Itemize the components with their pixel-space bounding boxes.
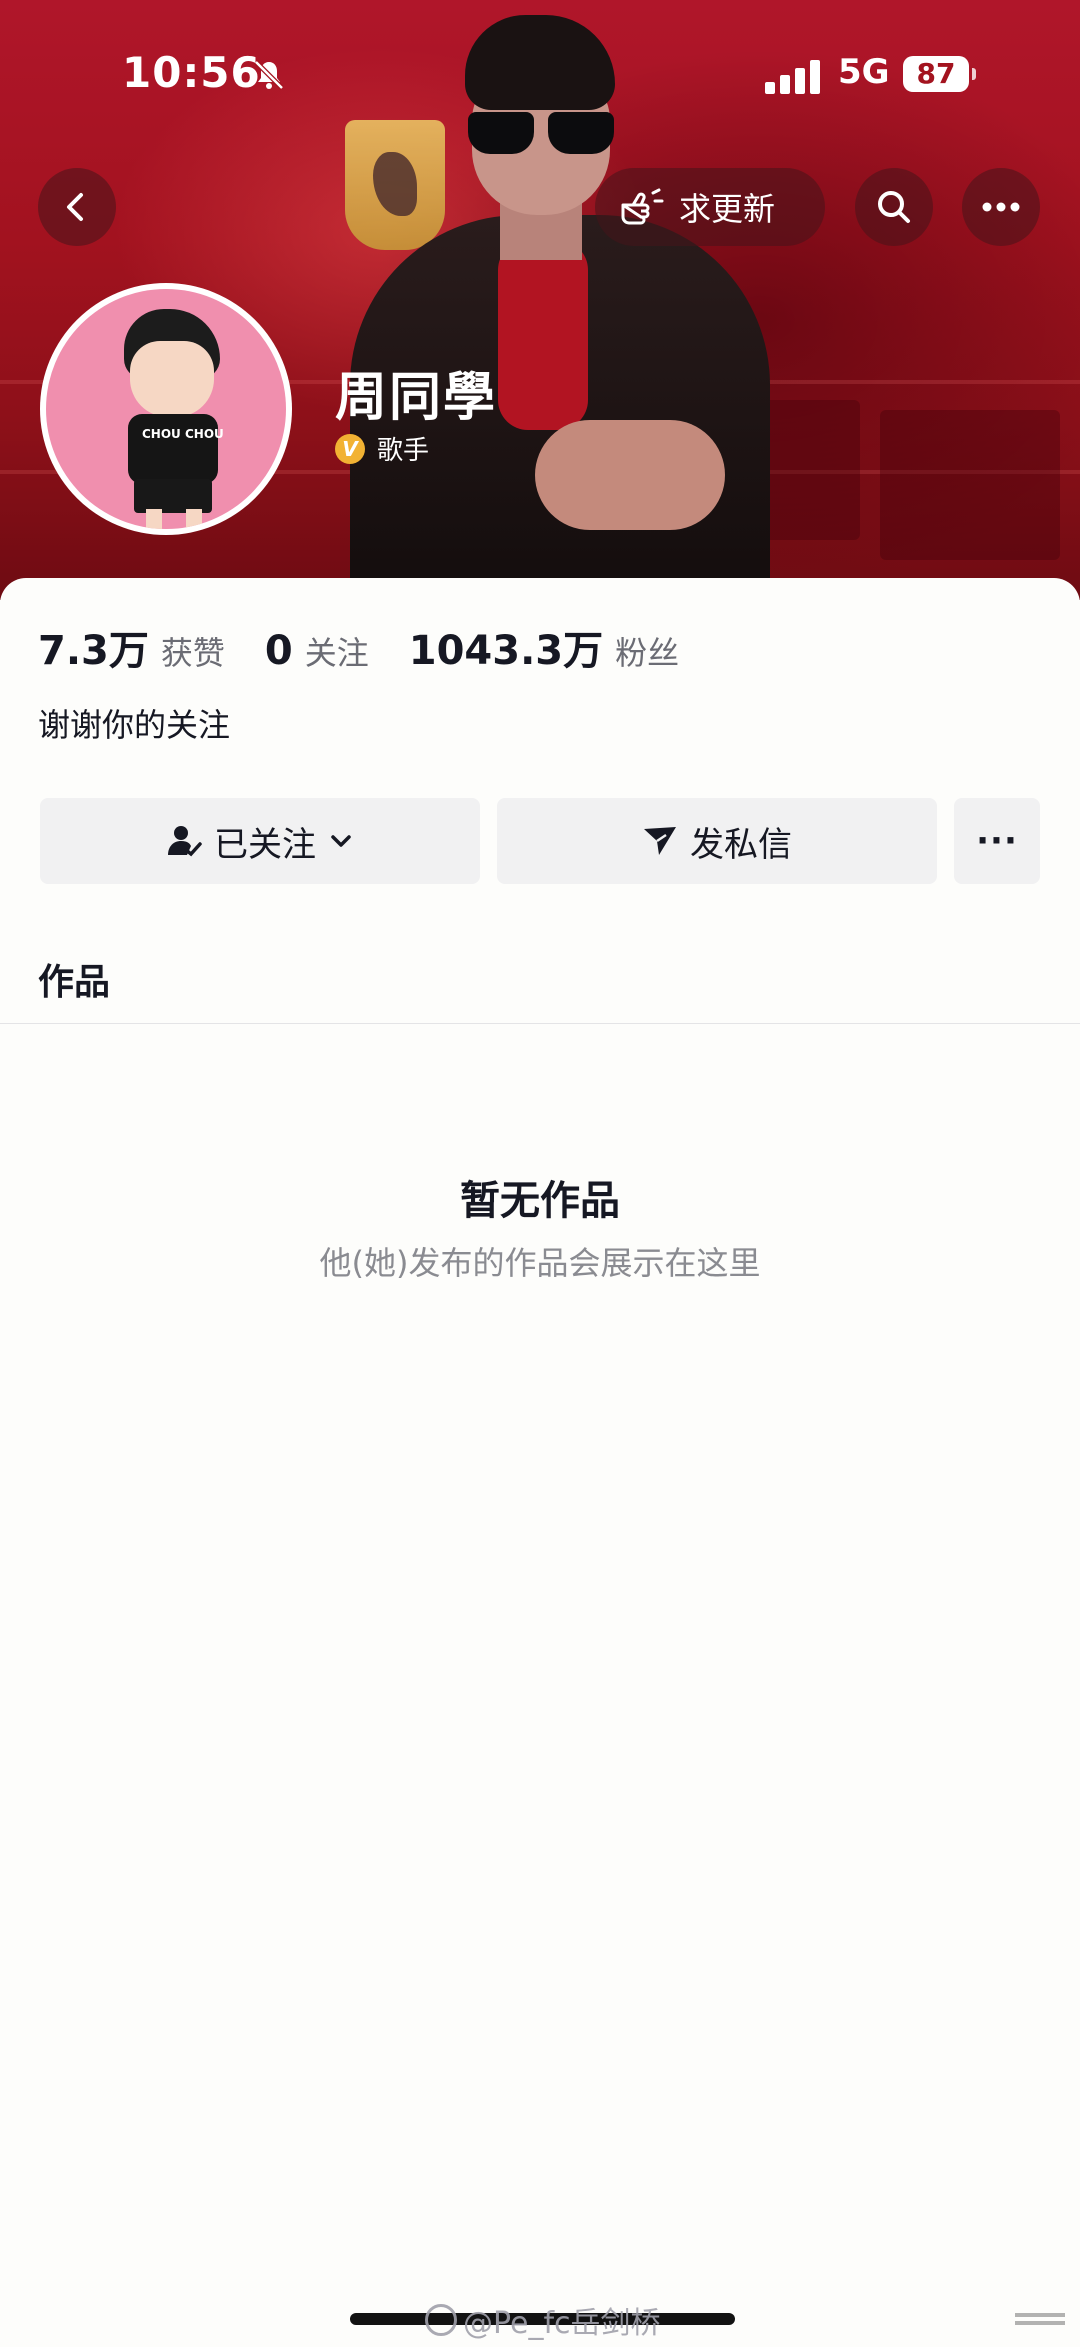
verification: V 歌手: [335, 430, 429, 467]
verification-title: 歌手: [377, 436, 430, 466]
more-options-button[interactable]: [962, 168, 1040, 246]
send-icon: [642, 823, 678, 859]
chevron-left-icon: [67, 193, 83, 221]
user-check-icon: [166, 823, 202, 859]
likes-count[interactable]: 7.3万: [38, 618, 149, 676]
status-time: 10:56: [122, 48, 261, 97]
followed-label: 已关注: [214, 824, 316, 865]
bell-muted-icon: [254, 60, 284, 90]
profile-name: 周同學: [335, 368, 498, 428]
request-update-label: 求更新: [679, 190, 776, 228]
network-type: 5G: [838, 52, 890, 92]
following-label[interactable]: 关注: [305, 628, 369, 674]
search-button[interactable]: [855, 168, 933, 246]
tab-divider: [0, 1023, 1080, 1024]
likes-label[interactable]: 获赞: [161, 628, 225, 674]
following-count[interactable]: 0: [265, 628, 293, 674]
action-more-button[interactable]: ···: [954, 798, 1040, 884]
battery-level: 87: [916, 57, 956, 90]
pointing-hand-icon: [621, 188, 664, 225]
empty-state-subtitle: 他(她)发布的作品会展示在这里: [319, 1244, 761, 1282]
send-message-button[interactable]: 发私信: [497, 798, 937, 884]
profile-bio: 谢谢你的关注: [38, 706, 231, 744]
empty-state-title: 暂无作品: [460, 1178, 620, 1224]
more-horizontal-icon: [982, 202, 1020, 212]
battery-icon: 87: [903, 56, 976, 92]
weibo-logo-icon: [425, 2304, 457, 2336]
signal-strength-icon: [765, 60, 821, 94]
profile-stats: 7.3万 获赞 0 关注 1043.3万 粉丝: [38, 618, 719, 676]
verified-badge-icon: V: [335, 433, 365, 464]
avatar[interactable]: CHOU CHOU: [40, 283, 292, 535]
back-button[interactable]: [38, 168, 116, 246]
followers-count[interactable]: 1043.3万: [409, 618, 603, 676]
watermark-text: @Pe_fc岳剑桥: [463, 2306, 661, 2341]
status-bar: 10:56 5G 87: [0, 48, 1080, 108]
tab-works[interactable]: 作品: [38, 953, 110, 1005]
avatar-shirt-text: CHOU CHOU: [142, 427, 224, 441]
request-update-button[interactable]: 求更新: [595, 168, 825, 246]
followers-label[interactable]: 粉丝: [615, 628, 679, 674]
banner-seat: [880, 410, 1060, 560]
more-dots-icon: ···: [976, 821, 1018, 861]
watermark: @Pe_fc岳剑桥: [425, 2298, 661, 2342]
chevron-down-icon: [328, 828, 354, 854]
search-icon: [878, 191, 910, 223]
send-message-label: 发私信: [690, 824, 792, 865]
watermark-edge-mark: [1015, 2313, 1065, 2317]
followed-button[interactable]: 已关注: [40, 798, 480, 884]
profile-content: 7.3万 获赞 0 关注 1043.3万 粉丝 谢谢你的关注 已关注 发私信 ·…: [0, 578, 1080, 2347]
